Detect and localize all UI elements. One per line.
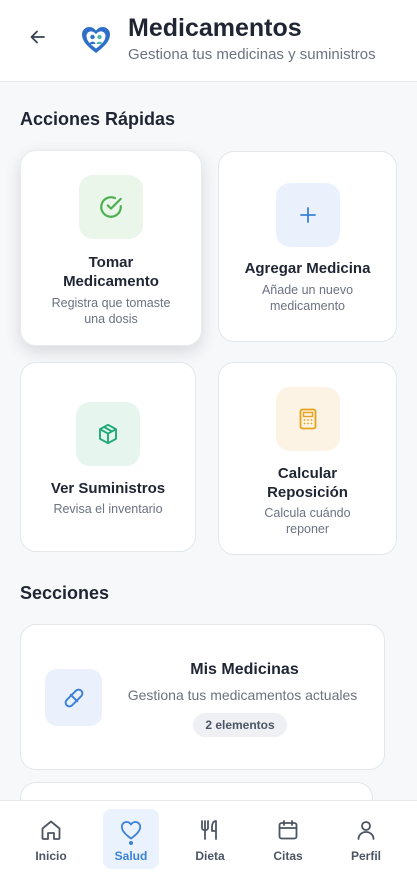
card-title: Tomar Medicamento [63,254,159,290]
pill-icon [45,669,102,726]
nav-item-dieta[interactable]: Dieta [182,809,238,869]
card-title: Agregar Medicina [244,260,371,277]
nav-item-citas[interactable]: Citas [260,809,316,869]
card-description: Calcula cuándo reponer [264,506,351,536]
sections-heading: Secciones [20,583,110,603]
nav-item-salud[interactable]: Salud [103,809,159,869]
card-description: Registra que tomaste una dosis [51,296,171,326]
card-title: Calcular Reposición [267,465,348,501]
card-title: Ver Suministros [50,480,166,497]
section-description: Gestiona tus medicamentos actuales [127,687,358,703]
back-button[interactable] [24,25,52,53]
nav-label: Dieta [195,849,225,863]
arrow-left-icon [28,27,48,52]
active-indicator [129,841,133,845]
heart-icon [119,817,143,843]
plus-icon [275,183,340,247]
bottom-navigation: Inicio Salud Dieta Citas Perfil [0,800,417,874]
calculate-restock-card[interactable]: Calcular Reposición Calcula cuándo repon… [218,362,397,555]
check-circle-icon [79,175,143,239]
nav-label: Inicio [35,849,67,863]
page-subtitle: Gestiona tus medicinas y suministros [128,46,376,63]
app-header: Medicamentos Gestiona tus medicinas y su… [0,0,417,82]
take-medication-card[interactable]: Tomar Medicamento Registra que tomaste u… [20,150,202,346]
calendar-icon [276,817,300,843]
heart-care-logo [80,24,112,56]
nav-label: Salud [114,849,148,863]
page-title: Medicamentos [128,14,302,42]
nav-label: Perfil [350,849,381,863]
section-title: Mis Medicinas [190,661,299,678]
view-supplies-card[interactable]: Ver Suministros Revisa el inventario [20,362,196,552]
my-medicines-card[interactable]: Mis Medicinas Gestiona tus medicamentos … [20,624,385,770]
item-count-badge: 2 elementos [193,713,287,737]
nav-item-inicio[interactable]: Inicio [23,809,79,869]
nav-item-perfil[interactable]: Perfil [338,809,394,869]
box-icon [76,402,140,466]
utensils-icon [198,817,222,843]
home-icon [39,817,63,843]
quick-actions-heading: Acciones Rápidas [20,109,176,129]
card-description: Añade un nuevo medicamento [261,283,354,313]
calculator-icon [275,387,340,451]
user-icon [354,817,378,843]
nav-label: Citas [273,849,303,863]
add-medicine-card[interactable]: Agregar Medicina Añade un nuevo medicame… [218,151,397,342]
card-description: Revisa el inventario [53,502,163,516]
